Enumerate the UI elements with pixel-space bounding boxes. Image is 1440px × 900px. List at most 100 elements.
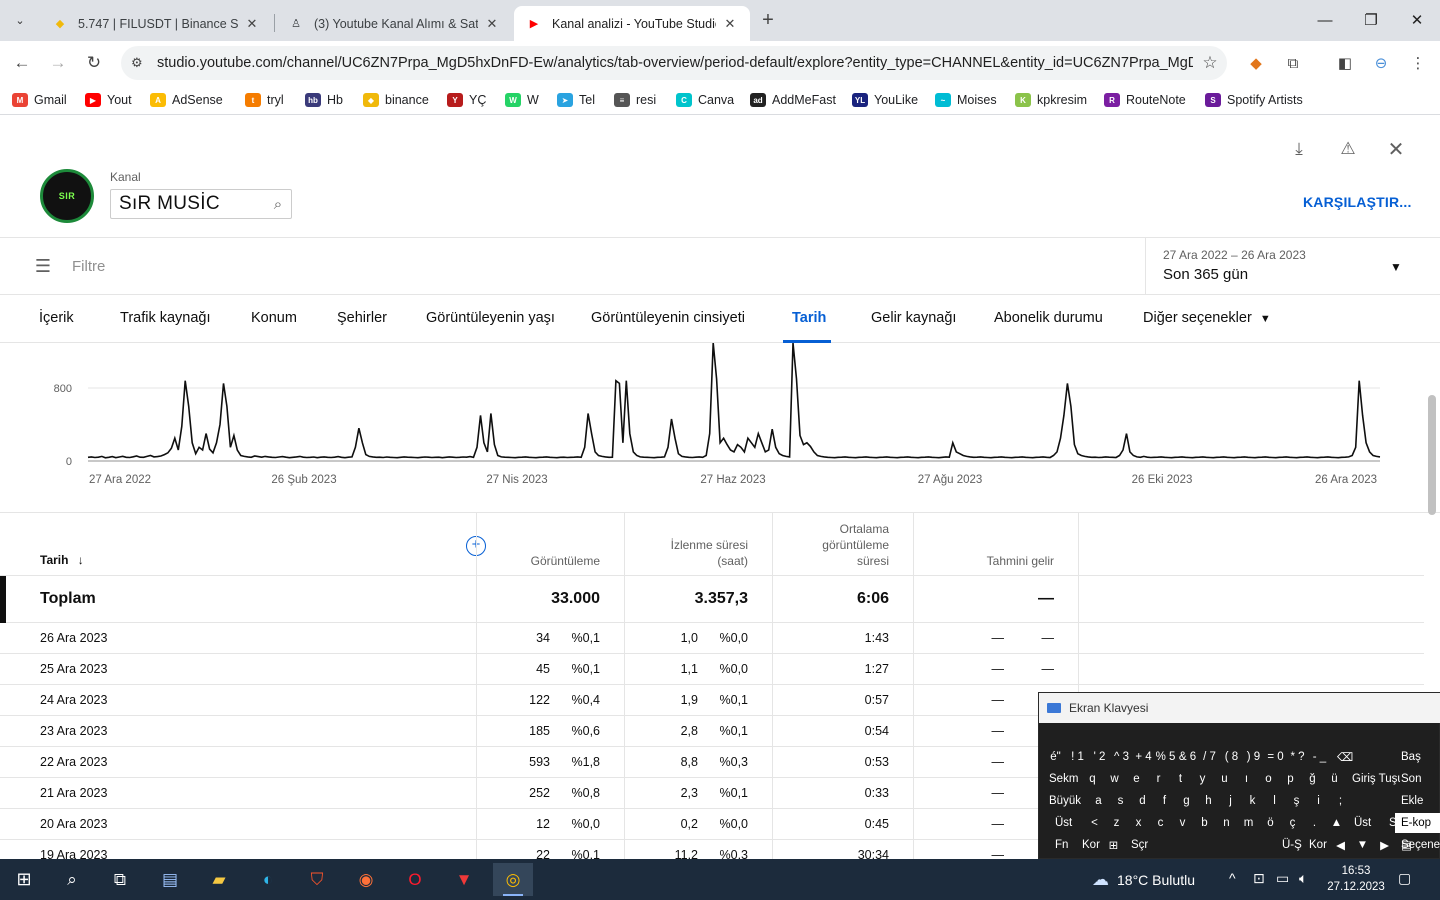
url-text[interactable]: studio.youtube.com/channel/UC6ZN7Prpa_Mg… xyxy=(157,55,1193,71)
bookmark-binance[interactable]: ◆ binance xyxy=(363,91,429,109)
edge-icon[interactable]: ◐ xyxy=(248,863,288,896)
keyboard-key[interactable]: u xyxy=(1214,769,1235,789)
tab-geography[interactable]: Konum xyxy=(251,310,297,326)
bookmark-star-icon[interactable]: ☆ xyxy=(1193,53,1227,73)
bookmark-yout[interactable]: ▶ Yout xyxy=(85,91,132,109)
keyboard-key[interactable]: * ? xyxy=(1287,747,1308,767)
keyboard-key[interactable]: ⊞ xyxy=(1103,835,1124,855)
filter-input[interactable]: Filtre xyxy=(72,258,105,275)
keyboard-key[interactable]: d xyxy=(1132,791,1153,811)
address-bar[interactable]: ⚙ studio.youtube.com/channel/UC6ZN7Prpa_… xyxy=(121,46,1227,80)
keyboard-side-key[interactable]: Seçenek xyxy=(1395,835,1440,855)
channel-selector[interactable]: SıR MUSİC ⌕ xyxy=(110,189,292,219)
bookmark-youlike[interactable]: YL YouLike xyxy=(852,91,918,109)
bookmark-resi[interactable]: ≡ resi xyxy=(614,91,656,109)
keyboard-key[interactable]: t xyxy=(1170,769,1191,789)
keyboard-key[interactable]: k xyxy=(1242,791,1263,811)
tab-more-options[interactable]: Diğer seçenekler ▼ xyxy=(1143,310,1271,326)
search-icon[interactable]: ⌕ xyxy=(265,196,291,213)
bookmark-spotify-artists[interactable]: S Spotify Artists xyxy=(1205,91,1303,109)
keyboard-key[interactable]: n xyxy=(1216,813,1237,833)
tab-date[interactable]: Tarih xyxy=(792,310,826,326)
metamask-icon[interactable]: ◆ xyxy=(1244,51,1268,75)
keyboard-key[interactable]: / 7 xyxy=(1199,747,1220,767)
keyboard-key[interactable]: s xyxy=(1110,791,1131,811)
close-tab-icon[interactable]: ✕ xyxy=(484,16,500,32)
close-icon[interactable]: ✕ xyxy=(1384,137,1408,161)
download-icon[interactable]: ⤓ xyxy=(1287,137,1311,161)
keyboard-key[interactable]: ( 8 xyxy=(1221,747,1242,767)
tab-subscription-status[interactable]: Abonelik durumu xyxy=(994,310,1103,326)
file-explorer-icon[interactable]: ▰ xyxy=(199,863,239,896)
keyboard-key[interactable]: f xyxy=(1154,791,1175,811)
search-icon[interactable]: ⌕ xyxy=(52,863,92,896)
keyboard-key[interactable]: é" xyxy=(1045,747,1066,767)
back-button[interactable]: ← xyxy=(9,50,35,76)
browser-tab-binance[interactable]: ◆ 5.747 | FILUSDT | Binance Spot ✕ xyxy=(40,6,272,41)
volume-icon[interactable]: 🔈︎ xyxy=(1299,870,1307,887)
chrome-menu-icon[interactable]: ⋮ xyxy=(1406,51,1430,75)
control-panel-icon[interactable]: ▤ xyxy=(150,863,190,896)
keyboard-key[interactable]: + 4 xyxy=(1133,747,1154,767)
keyboard-key[interactable]: < xyxy=(1084,813,1105,833)
opera-icon[interactable]: O xyxy=(395,863,435,896)
period-selector[interactable]: 27 Ara 2022 – 26 Ara 2023 Son 365 gün ▼ xyxy=(1145,238,1440,295)
keyboard-key[interactable]: ç xyxy=(1282,813,1303,833)
keyboard-key[interactable]: ▶ xyxy=(1374,835,1395,855)
keyboard-key[interactable]: h xyxy=(1198,791,1219,811)
bookmark-w[interactable]: WW xyxy=(505,91,539,109)
keyboard-key[interactable]: w xyxy=(1104,769,1125,789)
feedback-icon[interactable]: ⚠ xyxy=(1336,137,1360,161)
keyboard-key[interactable]: c xyxy=(1150,813,1171,833)
keyboard-key[interactable]: r xyxy=(1148,769,1169,789)
bookmark-routenote[interactable]: R RouteNote xyxy=(1104,91,1186,109)
bookmark-kpkresim[interactable]: Kkpkresim xyxy=(1015,91,1087,109)
keyboard-key[interactable]: e xyxy=(1126,769,1147,789)
keyboard-key[interactable]: j xyxy=(1220,791,1241,811)
table-row[interactable]: 25 Ara 2023 45 %0,1 1,1 %0,0 1:27 — — xyxy=(0,654,1424,685)
tray-chevron-icon[interactable]: ^ xyxy=(1229,870,1236,886)
keyboard-key[interactable]: ▲ xyxy=(1326,813,1347,833)
table-row[interactable]: 26 Ara 2023 34 %0,1 1,0 %0,0 1:43 — — xyxy=(0,623,1424,654)
keyboard-side-key[interactable]: Baş xyxy=(1395,747,1440,767)
tab-content[interactable]: İçerik xyxy=(39,310,74,326)
reload-button[interactable]: ↻ xyxy=(81,50,107,76)
keyboard-key[interactable]: ▼ xyxy=(1352,835,1373,855)
brave-icon[interactable]: ⛉ xyxy=(297,863,337,896)
tab-viewer-gender[interactable]: Görüntüleyenin cinsiyeti xyxy=(591,310,745,326)
restore-icon[interactable]: ❐ xyxy=(1359,8,1383,32)
bookmark-yç[interactable]: Y YÇ xyxy=(447,91,486,109)
keyboard-key[interactable]: Kor xyxy=(1303,835,1329,855)
date-column-header[interactable]: Tarih ↓ xyxy=(40,552,84,568)
keyboard-key[interactable]: a xyxy=(1088,791,1109,811)
keyboard-key[interactable]: x xyxy=(1128,813,1149,833)
vivaldi-icon[interactable]: ▼ xyxy=(444,863,484,896)
system-clock[interactable]: 16:53 27.12.2023 xyxy=(1327,863,1385,895)
keyboard-side-key[interactable]: E-kop xyxy=(1395,813,1440,833)
weather-widget[interactable]: ☁ 18°C Bulutlu xyxy=(1092,870,1195,890)
keyboard-key[interactable]: ; xyxy=(1330,791,1351,811)
side-panel-icon[interactable]: ◧ xyxy=(1333,51,1357,75)
profile-sync-icon[interactable]: ⊖ xyxy=(1369,51,1393,75)
keyboard-key[interactable]: ğ xyxy=(1302,769,1323,789)
keyboard-key[interactable]: ) 9 xyxy=(1243,747,1264,767)
start-menu-icon[interactable]: ⊞ xyxy=(4,863,44,896)
tab-revenue-source[interactable]: Gelir kaynağı xyxy=(871,310,956,326)
network-icon[interactable]: ▭ xyxy=(1276,870,1289,887)
filter-icon[interactable]: ☰ xyxy=(33,256,53,276)
keyboard-key[interactable]: i xyxy=(1308,791,1329,811)
keyboard-key[interactable]: o xyxy=(1258,769,1279,789)
keyboard-key[interactable]: Büyük xyxy=(1043,791,1087,811)
keyboard-key[interactable]: - _ xyxy=(1309,747,1330,767)
keyboard-key[interactable]: v xyxy=(1172,813,1193,833)
extensions-icon[interactable]: ⧉ xyxy=(1281,51,1305,75)
keyboard-key[interactable]: . xyxy=(1304,813,1325,833)
close-tab-icon[interactable]: ✕ xyxy=(244,16,260,32)
keyboard-key[interactable]: ı xyxy=(1236,769,1257,789)
keyboard-side-key[interactable]: Son xyxy=(1395,769,1440,789)
page-scrollbar[interactable] xyxy=(1428,395,1436,515)
keyboard-key[interactable]: ü xyxy=(1324,769,1345,789)
keyboard-key[interactable]: p xyxy=(1280,769,1301,789)
views-column-header[interactable]: Görüntüleme xyxy=(490,553,600,569)
bookmark-moises[interactable]: ~ Moises xyxy=(935,91,997,109)
